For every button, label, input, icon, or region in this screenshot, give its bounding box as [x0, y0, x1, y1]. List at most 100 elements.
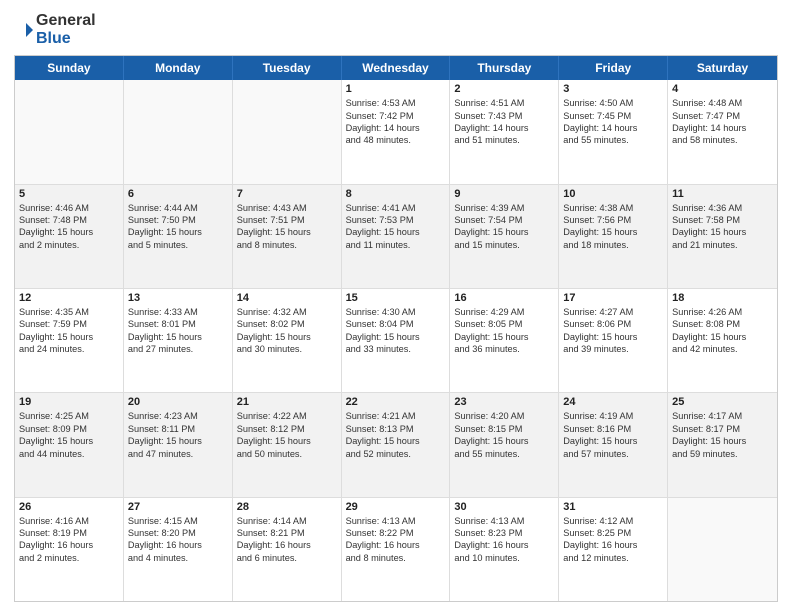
cell-line: and 11 minutes.	[346, 239, 446, 251]
day-number: 3	[563, 83, 663, 95]
header-day-sunday: Sunday	[15, 56, 124, 80]
cell-line: Sunrise: 4:26 AM	[672, 306, 773, 318]
day-number: 8	[346, 188, 446, 200]
cell-line: Sunrise: 4:19 AM	[563, 410, 663, 422]
cell-line: and 15 minutes.	[454, 239, 554, 251]
cell-line: Sunset: 7:48 PM	[19, 214, 119, 226]
calendar-cell: 13Sunrise: 4:33 AMSunset: 8:01 PMDayligh…	[124, 289, 233, 392]
day-number: 13	[128, 292, 228, 304]
cell-line: Daylight: 16 hours	[563, 539, 663, 551]
cell-line: Sunrise: 4:35 AM	[19, 306, 119, 318]
cell-line: Sunset: 8:06 PM	[563, 318, 663, 330]
cell-line: Sunset: 8:11 PM	[128, 423, 228, 435]
cell-line: Daylight: 15 hours	[19, 435, 119, 447]
cell-line: Daylight: 15 hours	[563, 435, 663, 447]
day-number: 12	[19, 292, 119, 304]
cell-line: Sunset: 8:25 PM	[563, 527, 663, 539]
cell-line: Sunset: 8:05 PM	[454, 318, 554, 330]
calendar-cell: 29Sunrise: 4:13 AMSunset: 8:22 PMDayligh…	[342, 498, 451, 601]
cell-line: Daylight: 14 hours	[454, 122, 554, 134]
cell-line: Daylight: 15 hours	[346, 331, 446, 343]
calendar-cell	[124, 80, 233, 183]
calendar-cell: 7Sunrise: 4:43 AMSunset: 7:51 PMDaylight…	[233, 185, 342, 288]
cell-line: Daylight: 15 hours	[454, 331, 554, 343]
cell-line: and 27 minutes.	[128, 343, 228, 355]
cell-line: Sunset: 7:50 PM	[128, 214, 228, 226]
cell-line: and 33 minutes.	[346, 343, 446, 355]
calendar-cell: 10Sunrise: 4:38 AMSunset: 7:56 PMDayligh…	[559, 185, 668, 288]
cell-line: Sunset: 8:02 PM	[237, 318, 337, 330]
calendar-cell	[668, 498, 777, 601]
cell-line: Sunrise: 4:25 AM	[19, 410, 119, 422]
calendar-cell: 25Sunrise: 4:17 AMSunset: 8:17 PMDayligh…	[668, 393, 777, 496]
calendar-cell: 23Sunrise: 4:20 AMSunset: 8:15 PMDayligh…	[450, 393, 559, 496]
calendar-cell: 12Sunrise: 4:35 AMSunset: 7:59 PMDayligh…	[15, 289, 124, 392]
calendar-body: 1Sunrise: 4:53 AMSunset: 7:42 PMDaylight…	[15, 80, 777, 601]
cell-line: and 5 minutes.	[128, 239, 228, 251]
cell-line: Daylight: 15 hours	[563, 331, 663, 343]
page: GeneralBlue SundayMondayTuesdayWednesday…	[0, 0, 792, 612]
logo-text-block: GeneralBlue	[36, 12, 96, 47]
cell-line: Daylight: 15 hours	[128, 331, 228, 343]
calendar-week-5: 26Sunrise: 4:16 AMSunset: 8:19 PMDayligh…	[15, 498, 777, 601]
calendar-week-1: 1Sunrise: 4:53 AMSunset: 7:42 PMDaylight…	[15, 80, 777, 184]
calendar-cell: 14Sunrise: 4:32 AMSunset: 8:02 PMDayligh…	[233, 289, 342, 392]
day-number: 10	[563, 188, 663, 200]
cell-line: Sunset: 8:12 PM	[237, 423, 337, 435]
cell-line: Sunset: 7:51 PM	[237, 214, 337, 226]
day-number: 19	[19, 396, 119, 408]
cell-line: Sunrise: 4:15 AM	[128, 515, 228, 527]
cell-line: and 44 minutes.	[19, 448, 119, 460]
cell-line: Sunset: 7:56 PM	[563, 214, 663, 226]
day-number: 4	[672, 83, 773, 95]
calendar-cell: 6Sunrise: 4:44 AMSunset: 7:50 PMDaylight…	[124, 185, 233, 288]
day-number: 14	[237, 292, 337, 304]
cell-line: Sunset: 8:01 PM	[128, 318, 228, 330]
cell-line: Sunrise: 4:12 AM	[563, 515, 663, 527]
logo-icon	[14, 19, 36, 41]
calendar-week-4: 19Sunrise: 4:25 AMSunset: 8:09 PMDayligh…	[15, 393, 777, 497]
calendar-cell: 18Sunrise: 4:26 AMSunset: 8:08 PMDayligh…	[668, 289, 777, 392]
cell-line: and 55 minutes.	[563, 134, 663, 146]
day-number: 7	[237, 188, 337, 200]
cell-line: Daylight: 15 hours	[19, 226, 119, 238]
cell-line: and 50 minutes.	[237, 448, 337, 460]
day-number: 23	[454, 396, 554, 408]
cell-line: and 59 minutes.	[672, 448, 773, 460]
calendar-cell: 8Sunrise: 4:41 AMSunset: 7:53 PMDaylight…	[342, 185, 451, 288]
cell-line: and 52 minutes.	[346, 448, 446, 460]
cell-line: Sunset: 7:54 PM	[454, 214, 554, 226]
cell-line: and 21 minutes.	[672, 239, 773, 251]
calendar-cell: 30Sunrise: 4:13 AMSunset: 8:23 PMDayligh…	[450, 498, 559, 601]
cell-line: Daylight: 15 hours	[237, 226, 337, 238]
calendar-cell	[15, 80, 124, 183]
cell-line: Sunrise: 4:14 AM	[237, 515, 337, 527]
day-number: 30	[454, 501, 554, 513]
day-number: 16	[454, 292, 554, 304]
cell-line: and 30 minutes.	[237, 343, 337, 355]
calendar-cell: 9Sunrise: 4:39 AMSunset: 7:54 PMDaylight…	[450, 185, 559, 288]
cell-line: Sunset: 7:58 PM	[672, 214, 773, 226]
header-day-tuesday: Tuesday	[233, 56, 342, 80]
logo: GeneralBlue	[14, 12, 96, 47]
day-number: 5	[19, 188, 119, 200]
cell-line: Sunset: 7:59 PM	[19, 318, 119, 330]
calendar-cell: 16Sunrise: 4:29 AMSunset: 8:05 PMDayligh…	[450, 289, 559, 392]
day-number: 18	[672, 292, 773, 304]
calendar: SundayMondayTuesdayWednesdayThursdayFrid…	[14, 55, 778, 602]
header-day-saturday: Saturday	[668, 56, 777, 80]
cell-line: and 57 minutes.	[563, 448, 663, 460]
cell-line: Sunrise: 4:38 AM	[563, 202, 663, 214]
cell-line: Sunset: 8:16 PM	[563, 423, 663, 435]
calendar-cell: 4Sunrise: 4:48 AMSunset: 7:47 PMDaylight…	[668, 80, 777, 183]
day-number: 20	[128, 396, 228, 408]
calendar-cell: 21Sunrise: 4:22 AMSunset: 8:12 PMDayligh…	[233, 393, 342, 496]
cell-line: Daylight: 16 hours	[346, 539, 446, 551]
day-number: 2	[454, 83, 554, 95]
cell-line: Sunset: 8:04 PM	[346, 318, 446, 330]
cell-line: Daylight: 15 hours	[672, 331, 773, 343]
cell-line: Sunrise: 4:36 AM	[672, 202, 773, 214]
cell-line: and 8 minutes.	[237, 239, 337, 251]
cell-line: Sunset: 8:22 PM	[346, 527, 446, 539]
calendar-cell: 22Sunrise: 4:21 AMSunset: 8:13 PMDayligh…	[342, 393, 451, 496]
